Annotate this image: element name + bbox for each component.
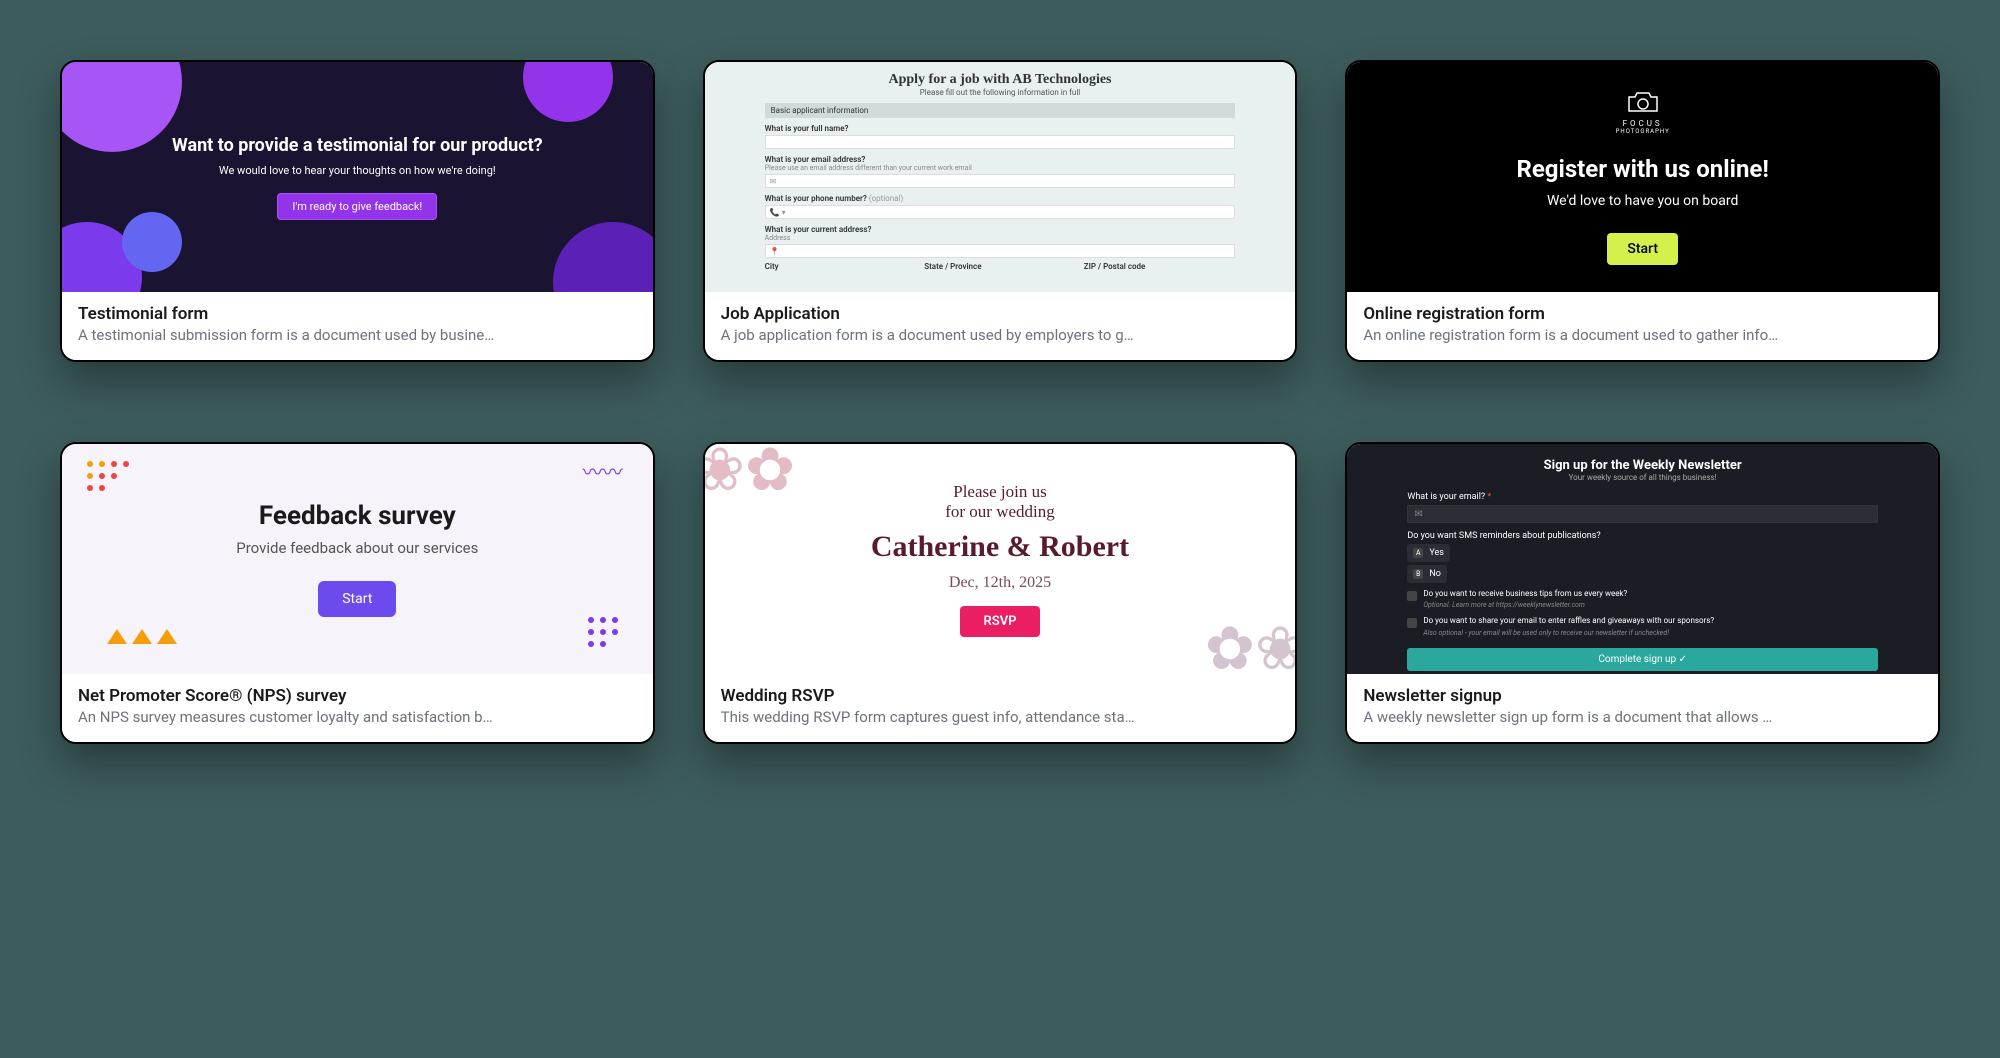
template-card-online-registration[interactable]: FOCUS PHOTOGRAPHY Register with us onlin… xyxy=(1345,60,1940,362)
field-label: What is your phone number? (optional) xyxy=(765,194,1236,203)
card-description: A weekly newsletter sign up form is a do… xyxy=(1363,708,1922,726)
preview-button: Start xyxy=(318,581,396,617)
card-meta: Job Application A job application form i… xyxy=(705,292,1296,360)
logo: FOCUS PHOTOGRAPHY xyxy=(1616,89,1670,135)
preview-button: I'm ready to give feedback! xyxy=(277,193,437,220)
card-meta: Newsletter signup A weekly newsletter si… xyxy=(1347,674,1938,742)
card-description: A testimonial submission form is a docum… xyxy=(78,326,637,344)
email-input: ✉ xyxy=(1407,505,1878,523)
field-label: What is your email? * xyxy=(1407,492,1878,502)
preview-date: Dec, 12th, 2025 xyxy=(949,574,1051,592)
preview-names: Catherine & Robert xyxy=(871,530,1129,564)
field-label: What is your email address? xyxy=(765,155,1236,164)
decoration-triangles xyxy=(102,624,192,654)
card-title: Newsletter signup xyxy=(1363,686,1922,706)
decoration-flower: ❀✿ xyxy=(705,444,796,505)
text-input xyxy=(765,135,1236,149)
decoration-circle xyxy=(122,212,182,272)
preview-subheading: Please fill out the following informatio… xyxy=(765,88,1236,97)
sub-label: Address xyxy=(765,234,1236,242)
template-card-testimonial[interactable]: Want to provide a testimonial for our pr… xyxy=(60,60,655,362)
card-title: Wedding RSVP xyxy=(721,686,1280,706)
preview-newsletter: Sign up for the Weekly Newsletter Your w… xyxy=(1347,444,1938,674)
template-grid: Want to provide a testimonial for our pr… xyxy=(60,60,1940,744)
option-no: BNo xyxy=(1407,565,1447,583)
card-meta: Testimonial form A testimonial submissio… xyxy=(62,292,653,360)
decoration-squiggle: 〰〰 xyxy=(583,456,623,485)
checkbox-share: Do you want to share your email to enter… xyxy=(1407,616,1878,637)
card-title: Job Application xyxy=(721,304,1280,324)
checkbox-tips: Do you want to receive business tips fro… xyxy=(1407,589,1878,610)
preview-subheading: We'd love to have you on board xyxy=(1547,193,1738,209)
card-description: This wedding RSVP form captures guest in… xyxy=(721,708,1280,726)
template-card-wedding-rsvp[interactable]: ❀✿ ✿❀ Please join us for our wedding Cat… xyxy=(703,442,1298,744)
preview-button: Start xyxy=(1607,233,1678,265)
card-title: Online registration form xyxy=(1363,304,1922,324)
card-meta: Wedding RSVP This wedding RSVP form capt… xyxy=(705,674,1296,742)
field-label: What is your current address? xyxy=(765,225,1236,234)
template-card-newsletter[interactable]: Sign up for the Weekly Newsletter Your w… xyxy=(1345,442,1940,744)
preview-wedding-rsvp: ❀✿ ✿❀ Please join us for our wedding Cat… xyxy=(705,444,1296,674)
preview-heading: Sign up for the Weekly Newsletter xyxy=(1407,458,1878,473)
email-input: ✉ xyxy=(765,174,1236,188)
decoration-dots xyxy=(583,612,633,662)
camera-icon xyxy=(1623,89,1663,115)
preview-button: Complete sign up ✓ xyxy=(1407,648,1878,671)
card-description: A job application form is a document use… xyxy=(721,326,1280,344)
preview-feedback-survey: 〰〰 Feedback survey Provide feedback abou… xyxy=(62,444,653,674)
template-card-nps-survey[interactable]: 〰〰 Feedback survey Provide feedback abou… xyxy=(60,442,655,744)
preview-line1: Please join us xyxy=(953,482,1047,502)
preview-heading: Want to provide a testimonial for our pr… xyxy=(172,135,543,156)
card-title: Net Promoter Score® (NPS) survey xyxy=(78,686,637,706)
preview-heading: Register with us online! xyxy=(1516,155,1768,183)
state-label: State / Province xyxy=(924,262,1076,271)
decoration-dots xyxy=(82,456,152,496)
city-label: City xyxy=(765,262,917,271)
preview-button: RSVP xyxy=(960,606,1041,637)
preview-heading: Feedback survey xyxy=(259,501,456,531)
card-description: An NPS survey measures customer loyalty … xyxy=(78,708,637,726)
zip-label: ZIP / Postal code xyxy=(1084,262,1236,271)
preview-online-registration: FOCUS PHOTOGRAPHY Register with us onlin… xyxy=(1347,62,1938,292)
decoration-circle xyxy=(553,222,653,292)
address-input: 📍 xyxy=(765,244,1236,258)
phone-input: 📞 ▾ xyxy=(765,205,1236,219)
field-label: Do you want SMS reminders about publicat… xyxy=(1407,531,1878,541)
card-title: Testimonial form xyxy=(78,304,637,324)
template-card-job-application[interactable]: Apply for a job with AB Technologies Ple… xyxy=(703,60,1298,362)
preview-testimonial: Want to provide a testimonial for our pr… xyxy=(62,62,653,292)
decoration-flower: ✿❀ xyxy=(1205,613,1296,674)
field-hint: Please use an email address different th… xyxy=(765,164,1236,172)
option-yes: AYes xyxy=(1407,544,1450,562)
preview-heading: Apply for a job with AB Technologies xyxy=(765,72,1236,88)
card-meta: Net Promoter Score® (NPS) survey An NPS … xyxy=(62,674,653,742)
decoration-circle xyxy=(523,62,613,122)
preview-job-application: Apply for a job with AB Technologies Ple… xyxy=(705,62,1296,292)
preview-line2: for our wedding xyxy=(945,502,1055,522)
preview-subheading: Your weekly source of all things busines… xyxy=(1407,473,1878,482)
section-header: Basic applicant information xyxy=(765,103,1236,118)
card-description: An online registration form is a documen… xyxy=(1363,326,1922,344)
field-label: What is your full name? xyxy=(765,124,1236,133)
preview-subheading: We would love to hear your thoughts on h… xyxy=(172,164,543,177)
preview-subheading: Provide feedback about our services xyxy=(236,539,478,557)
card-meta: Online registration form An online regis… xyxy=(1347,292,1938,360)
